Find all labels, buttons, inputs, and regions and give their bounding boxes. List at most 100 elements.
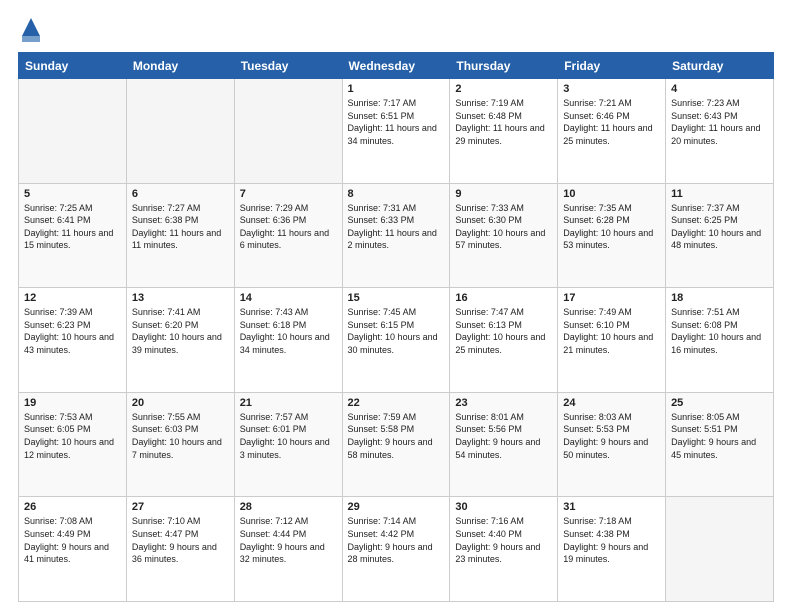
day-info: Sunrise: 7:57 AMSunset: 6:01 PMDaylight:… <box>240 411 337 461</box>
day-number: 26 <box>24 501 121 513</box>
day-info: Sunrise: 7:25 AMSunset: 6:41 PMDaylight:… <box>24 202 121 252</box>
calendar-cell: 2 Sunrise: 7:19 AMSunset: 6:48 PMDaylight… <box>450 79 558 184</box>
calendar-cell: 4 Sunrise: 7:23 AMSunset: 6:43 PMDaylight… <box>666 79 774 184</box>
day-number: 11 <box>671 188 768 200</box>
calendar-cell <box>126 79 234 184</box>
calendar-header-row: SundayMondayTuesdayWednesdayThursdayFrid… <box>19 53 774 79</box>
day-info: Sunrise: 7:37 AMSunset: 6:25 PMDaylight:… <box>671 202 768 252</box>
day-info: Sunrise: 7:27 AMSunset: 6:38 PMDaylight:… <box>132 202 229 252</box>
day-number: 14 <box>240 292 337 304</box>
day-number: 8 <box>348 188 445 200</box>
calendar-cell: 7 Sunrise: 7:29 AMSunset: 6:36 PMDaylight… <box>234 183 342 288</box>
calendar-day-header-wednesday: Wednesday <box>342 53 450 79</box>
calendar-cell: 17Sunrise: 7:49 AMSunset: 6:10 PMDayligh… <box>558 288 666 393</box>
day-number: 2 <box>455 83 552 95</box>
calendar-day-header-thursday: Thursday <box>450 53 558 79</box>
calendar-cell: 21 Sunrise: 7:57 AMSunset: 6:01 PMDayligh… <box>234 392 342 497</box>
day-number: 31 <box>563 501 660 513</box>
day-number: 30 <box>455 501 552 513</box>
day-number: 22 <box>348 397 445 409</box>
day-info: Sunrise: 8:01 AMSunset: 5:56 PMDaylight:… <box>455 411 552 461</box>
calendar-cell: 30 Sunrise: 7:16 AMSunset: 4:40 PMDayligh… <box>450 497 558 602</box>
day-number: 19 <box>24 397 121 409</box>
page: SundayMondayTuesdayWednesdayThursdayFrid… <box>0 0 792 612</box>
day-info: Sunrise: 7:19 AMSunset: 6:48 PMDaylight:… <box>455 97 552 147</box>
day-number: 27 <box>132 501 229 513</box>
calendar-day-header-tuesday: Tuesday <box>234 53 342 79</box>
calendar-day-header-saturday: Saturday <box>666 53 774 79</box>
day-info: Sunrise: 7:43 AMSunset: 6:18 PMDaylight:… <box>240 306 337 356</box>
day-info: Sunrise: 7:08 AMSunset: 4:49 PMDaylight:… <box>24 515 121 565</box>
calendar-cell: 1 Sunrise: 7:17 AMSunset: 6:51 PMDaylight… <box>342 79 450 184</box>
day-number: 28 <box>240 501 337 513</box>
day-number: 13 <box>132 292 229 304</box>
day-number: 23 <box>455 397 552 409</box>
day-number: 20 <box>132 397 229 409</box>
day-info: Sunrise: 7:41 AMSunset: 6:20 PMDaylight:… <box>132 306 229 356</box>
calendar-cell: 10 Sunrise: 7:35 AMSunset: 6:28 PMDayligh… <box>558 183 666 288</box>
day-number: 24 <box>563 397 660 409</box>
calendar-cell: 12 Sunrise: 7:39 AMSunset: 6:23 PMDayligh… <box>19 288 127 393</box>
day-number: 16 <box>455 292 552 304</box>
calendar-cell: 20 Sunrise: 7:55 AMSunset: 6:03 PMDayligh… <box>126 392 234 497</box>
calendar-cell: 11 Sunrise: 7:37 AMSunset: 6:25 PMDayligh… <box>666 183 774 288</box>
day-number: 4 <box>671 83 768 95</box>
day-info: Sunrise: 8:05 AMSunset: 5:51 PMDaylight:… <box>671 411 768 461</box>
logo <box>18 16 42 44</box>
calendar-cell: 16 Sunrise: 7:47 AMSunset: 6:13 PMDayligh… <box>450 288 558 393</box>
calendar-cell: 15Sunrise: 7:45 AMSunset: 6:15 PMDayligh… <box>342 288 450 393</box>
calendar-cell: 29Sunrise: 7:14 AMSunset: 4:42 PMDayligh… <box>342 497 450 602</box>
calendar-cell: 27 Sunrise: 7:10 AMSunset: 4:47 PMDayligh… <box>126 497 234 602</box>
calendar-cell: 6Sunrise: 7:27 AMSunset: 6:38 PMDaylight… <box>126 183 234 288</box>
day-info: Sunrise: 7:18 AMSunset: 4:38 PMDaylight:… <box>563 515 660 565</box>
day-number: 12 <box>24 292 121 304</box>
day-number: 5 <box>24 188 121 200</box>
calendar-day-header-monday: Monday <box>126 53 234 79</box>
day-info: Sunrise: 7:17 AMSunset: 6:51 PMDaylight:… <box>348 97 445 147</box>
day-number: 7 <box>240 188 337 200</box>
day-info: Sunrise: 7:33 AMSunset: 6:30 PMDaylight:… <box>455 202 552 252</box>
day-info: Sunrise: 8:03 AMSunset: 5:53 PMDaylight:… <box>563 411 660 461</box>
day-number: 17 <box>563 292 660 304</box>
logo-icon <box>20 16 42 44</box>
calendar-cell: 13 Sunrise: 7:41 AMSunset: 6:20 PMDayligh… <box>126 288 234 393</box>
calendar-cell: 31 Sunrise: 7:18 AMSunset: 4:38 PMDayligh… <box>558 497 666 602</box>
day-info: Sunrise: 7:47 AMSunset: 6:13 PMDaylight:… <box>455 306 552 356</box>
calendar-cell: 25 Sunrise: 8:05 AMSunset: 5:51 PMDayligh… <box>666 392 774 497</box>
day-number: 29 <box>348 501 445 513</box>
calendar-cell: 19 Sunrise: 7:53 AMSunset: 6:05 PMDayligh… <box>19 392 127 497</box>
day-info: Sunrise: 7:53 AMSunset: 6:05 PMDaylight:… <box>24 411 121 461</box>
calendar-cell: 14 Sunrise: 7:43 AMSunset: 6:18 PMDayligh… <box>234 288 342 393</box>
calendar-cell: 24 Sunrise: 8:03 AMSunset: 5:53 PMDayligh… <box>558 392 666 497</box>
day-info: Sunrise: 7:12 AMSunset: 4:44 PMDaylight:… <box>240 515 337 565</box>
day-info: Sunrise: 7:55 AMSunset: 6:03 PMDaylight:… <box>132 411 229 461</box>
calendar-week-2: 5 Sunrise: 7:25 AMSunset: 6:41 PMDaylight… <box>19 183 774 288</box>
day-info: Sunrise: 7:59 AMSunset: 5:58 PMDaylight:… <box>348 411 445 461</box>
day-info: Sunrise: 7:10 AMSunset: 4:47 PMDaylight:… <box>132 515 229 565</box>
calendar-day-header-sunday: Sunday <box>19 53 127 79</box>
day-info: Sunrise: 7:51 AMSunset: 6:08 PMDaylight:… <box>671 306 768 356</box>
day-info: Sunrise: 7:35 AMSunset: 6:28 PMDaylight:… <box>563 202 660 252</box>
day-info: Sunrise: 7:31 AMSunset: 6:33 PMDaylight:… <box>348 202 445 252</box>
calendar-cell <box>666 497 774 602</box>
day-number: 21 <box>240 397 337 409</box>
day-number: 15 <box>348 292 445 304</box>
calendar-cell: 22 Sunrise: 7:59 AMSunset: 5:58 PMDayligh… <box>342 392 450 497</box>
calendar-cell: 23 Sunrise: 8:01 AMSunset: 5:56 PMDayligh… <box>450 392 558 497</box>
calendar-week-3: 12 Sunrise: 7:39 AMSunset: 6:23 PMDayligh… <box>19 288 774 393</box>
calendar-cell: 18Sunrise: 7:51 AMSunset: 6:08 PMDayligh… <box>666 288 774 393</box>
day-info: Sunrise: 7:29 AMSunset: 6:36 PMDaylight:… <box>240 202 337 252</box>
day-number: 25 <box>671 397 768 409</box>
day-number: 10 <box>563 188 660 200</box>
calendar-cell: 26 Sunrise: 7:08 AMSunset: 4:49 PMDayligh… <box>19 497 127 602</box>
day-info: Sunrise: 7:21 AMSunset: 6:46 PMDaylight:… <box>563 97 660 147</box>
day-number: 1 <box>348 83 445 95</box>
calendar-week-1: 1 Sunrise: 7:17 AMSunset: 6:51 PMDaylight… <box>19 79 774 184</box>
calendar-week-4: 19 Sunrise: 7:53 AMSunset: 6:05 PMDayligh… <box>19 392 774 497</box>
day-info: Sunrise: 7:39 AMSunset: 6:23 PMDaylight:… <box>24 306 121 356</box>
calendar-cell: 3Sunrise: 7:21 AMSunset: 6:46 PMDaylight… <box>558 79 666 184</box>
calendar-day-header-friday: Friday <box>558 53 666 79</box>
day-info: Sunrise: 7:23 AMSunset: 6:43 PMDaylight:… <box>671 97 768 147</box>
day-info: Sunrise: 7:16 AMSunset: 4:40 PMDaylight:… <box>455 515 552 565</box>
day-number: 9 <box>455 188 552 200</box>
